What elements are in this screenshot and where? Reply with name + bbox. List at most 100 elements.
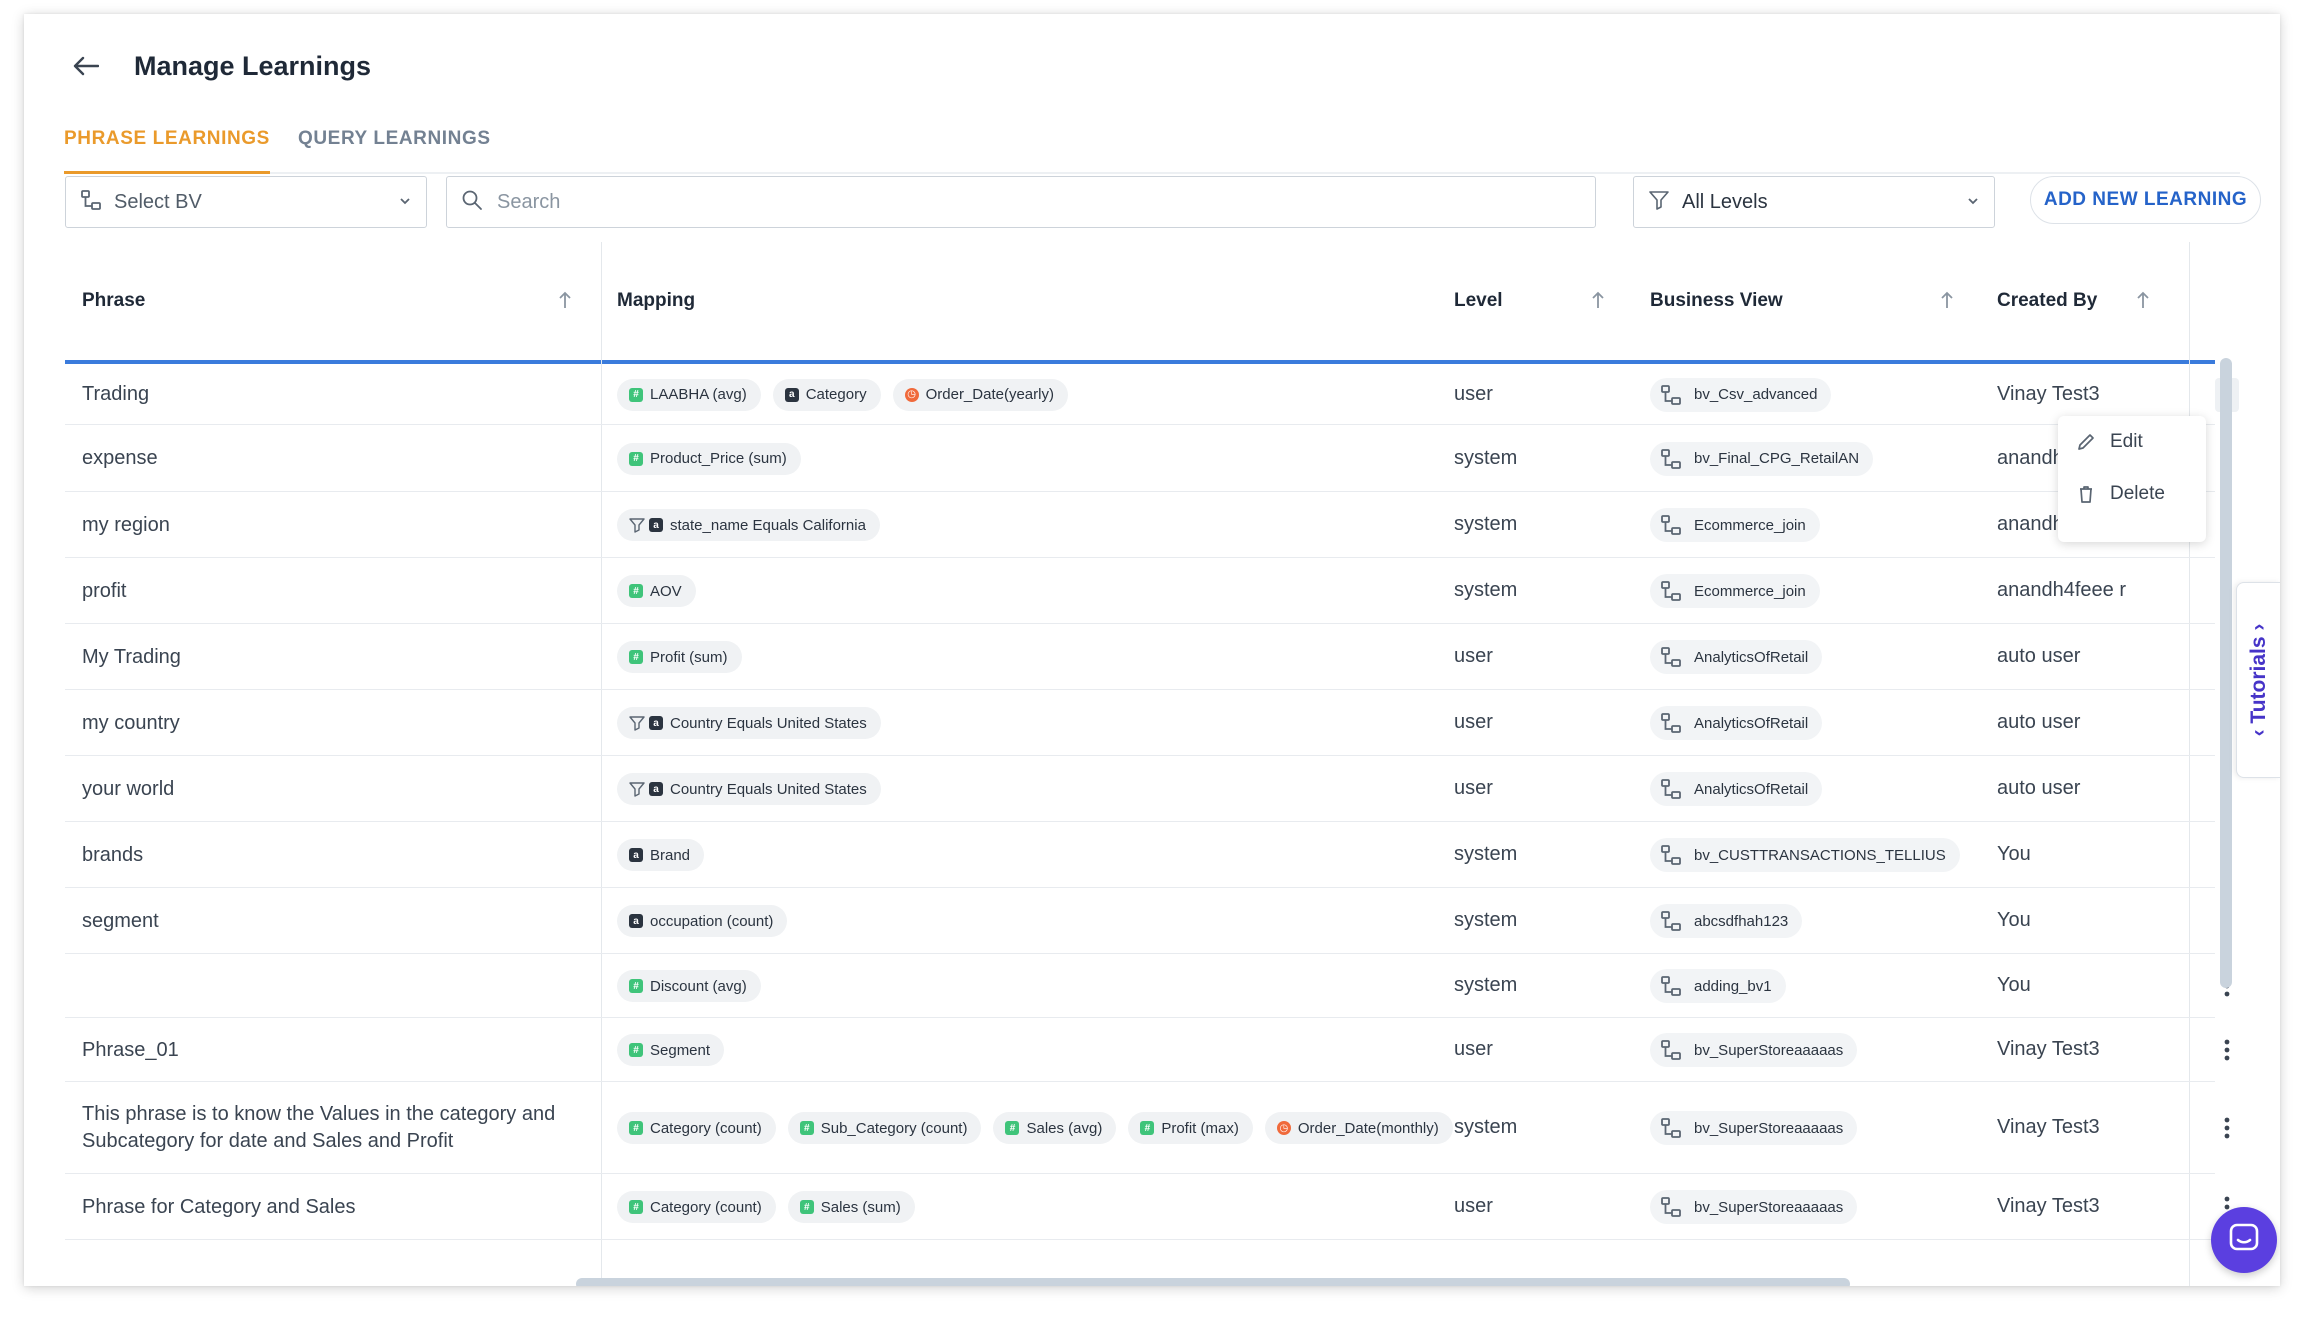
table-row: segment a occupation (count) system abcsdfha… (65, 888, 2230, 954)
phrase-text: profit (82, 579, 127, 602)
mapping-chip: # Category (count) (617, 1191, 776, 1223)
tab-query-learnings[interactable]: QUERY LEARNINGS (298, 112, 491, 174)
add-new-learning-button[interactable]: ADD NEW LEARNING (2030, 176, 2261, 224)
business-view-icon (1660, 580, 1682, 602)
created-by-cell: Vinay Test3 (1997, 1116, 2100, 1138)
business-view-chip: bv_Csv_advanced (1650, 377, 1832, 412)
measure-icon: # (799, 1121, 814, 1135)
table-row: my country a Country Equals United States u… (65, 690, 2230, 756)
edit-menu-item[interactable]: Edit (2058, 416, 2206, 468)
business-view-cell: bv_CUSTTRANSACTIONS_TELLIUS (1650, 838, 1960, 872)
table-row: your world a Country Equals United States u… (65, 756, 2230, 822)
business-view-chip: AnalyticsOfRetail (1650, 640, 1823, 674)
mapping-chip: a Category (772, 378, 881, 411)
filter-icon (629, 781, 645, 797)
phrase-cell: segment (82, 908, 159, 935)
vertical-scrollbar[interactable] (2220, 358, 2232, 988)
mapping-chip-label: occupation (count) (650, 912, 774, 930)
row-context-menu: Edit Delete (2058, 416, 2206, 542)
mapping-cell: # AOV (617, 575, 1457, 607)
date-icon: ◷ (904, 387, 919, 402)
date-icon: ◷ (1276, 1121, 1291, 1135)
created-by-cell: auto user (1997, 645, 2081, 667)
mapping-chip: # Sales (sum) (787, 1191, 915, 1223)
tutorials-tab[interactable]: ‹ Tutorials › (2236, 582, 2280, 778)
business-view-label: bv_SuperStoreaaaaas (1694, 1041, 1844, 1059)
tab-phrase-learnings[interactable]: PHRASE LEARNINGS (64, 112, 270, 174)
measure-icon: # (1005, 1121, 1020, 1135)
mapping-chip-label: Brand (650, 846, 691, 864)
level-cell: system (1454, 843, 1518, 865)
mapping-chip: # Category (count) (617, 1112, 776, 1144)
mapping-chip-label: Country Equals United States (670, 714, 867, 732)
delete-label: Delete (2110, 483, 2165, 504)
business-view-icon (1660, 910, 1682, 932)
page-header: Manage Learnings (66, 46, 371, 86)
mapping-chip-label: Order_Date(monthly) (1297, 1119, 1439, 1137)
row-actions-kebab-icon[interactable] (2215, 1111, 2239, 1145)
level-cell: user (1454, 1038, 1493, 1060)
business-view-chip: adding_bv1 (1650, 969, 1786, 1003)
business-view-label: AnalyticsOfRetail (1694, 648, 1809, 666)
measure-icon: # (1140, 1121, 1155, 1135)
business-view-label: AnalyticsOfRetail (1694, 714, 1809, 732)
column-header-level[interactable]: Level (1454, 290, 1503, 312)
chat-button[interactable] (2211, 1207, 2277, 1273)
level-cell: system (1454, 1116, 1518, 1138)
column-header-phrase[interactable]: Phrase (82, 290, 145, 312)
search-input[interactable] (495, 189, 1581, 215)
mapping-chip-label: Category (count) (650, 1119, 762, 1137)
sort-arrow-icon[interactable] (2133, 288, 2153, 312)
level-cell: user (1454, 645, 1493, 667)
measure-icon: # (629, 451, 643, 466)
select-bv-dropdown[interactable]: Select BV (65, 176, 427, 228)
filter-icon (1648, 189, 1670, 216)
phrase-cell: brands (82, 842, 143, 869)
mapping-chip: a state_name Equals California (617, 509, 880, 541)
sort-arrow-icon[interactable] (1937, 288, 1957, 312)
table-row: My Trading # Profit (sum) user AnalyticsOfRe… (65, 624, 2230, 690)
phrase-cell: expense (82, 445, 158, 472)
mapping-cell: # Product_Price (sum) (617, 442, 1457, 475)
business-view-cell: bv_Csv_advanced (1650, 377, 1832, 412)
business-view-label: adding_bv1 (1694, 977, 1772, 995)
column-header-created-by[interactable]: Created By (1997, 290, 2097, 312)
mapping-cell: # Category (count) # Sales (sum) (617, 1191, 1457, 1223)
row-actions-kebab-icon[interactable] (2215, 1033, 2239, 1067)
levels-dropdown[interactable]: All Levels (1633, 176, 1995, 228)
table-row: expense # Product_Price (sum) system bv_Fina… (65, 425, 2230, 492)
created-by-cell: Vinay Test3 (1997, 1195, 2100, 1217)
business-view-chip: bv_Final_CPG_RetailAN (1650, 441, 1874, 476)
attribute-icon: a (784, 387, 799, 402)
column-header-business-view[interactable]: Business View (1650, 290, 1783, 312)
business-view-chip: Ecommerce_join (1650, 574, 1820, 608)
business-view-cell: bv_SuperStoreaaaaas (1650, 1033, 1858, 1067)
business-view-cell: AnalyticsOfRetail (1650, 706, 1823, 740)
chevron-down-icon (1966, 193, 1980, 211)
measure-icon: # (629, 979, 643, 993)
mapping-chip-label: Order_Date(yearly) (925, 386, 1054, 403)
mapping-chip-label: AOV (650, 582, 682, 600)
tab-bar: PHRASE LEARNINGS QUERY LEARNINGS (64, 112, 2240, 174)
learnings-table: Phrase Mapping Level Business View Creat… (65, 242, 2239, 1286)
business-view-icon (80, 189, 102, 216)
sort-arrow-icon[interactable] (555, 288, 575, 312)
mapping-cell: # Discount (avg) (617, 970, 1457, 1002)
delete-menu-item[interactable]: Delete (2058, 468, 2206, 520)
mapping-cell: a Country Equals United States (617, 707, 1457, 739)
attribute-icon: a (649, 716, 663, 730)
phrase-text: Subcategory for date and Sales and Profi… (82, 1130, 454, 1152)
level-cell: system (1454, 974, 1518, 996)
mapping-chip: # Discount (avg) (617, 970, 761, 1002)
sort-arrow-icon[interactable] (1588, 288, 1608, 312)
business-view-chip: AnalyticsOfRetail (1650, 706, 1823, 740)
level-cell: system (1454, 909, 1518, 931)
back-arrow-icon[interactable] (66, 46, 106, 86)
created-by-cell: anandh (1997, 446, 2064, 469)
mapping-chip: # LAABHA (avg) (617, 378, 761, 411)
column-header-mapping[interactable]: Mapping (617, 290, 695, 312)
horizontal-scrollbar[interactable] (576, 1278, 1850, 1286)
business-view-label: bv_Csv_advanced (1694, 386, 1818, 403)
mapping-chip-label: Segment (650, 1041, 711, 1059)
business-view-chip: bv_CUSTTRANSACTIONS_TELLIUS (1650, 838, 1960, 872)
